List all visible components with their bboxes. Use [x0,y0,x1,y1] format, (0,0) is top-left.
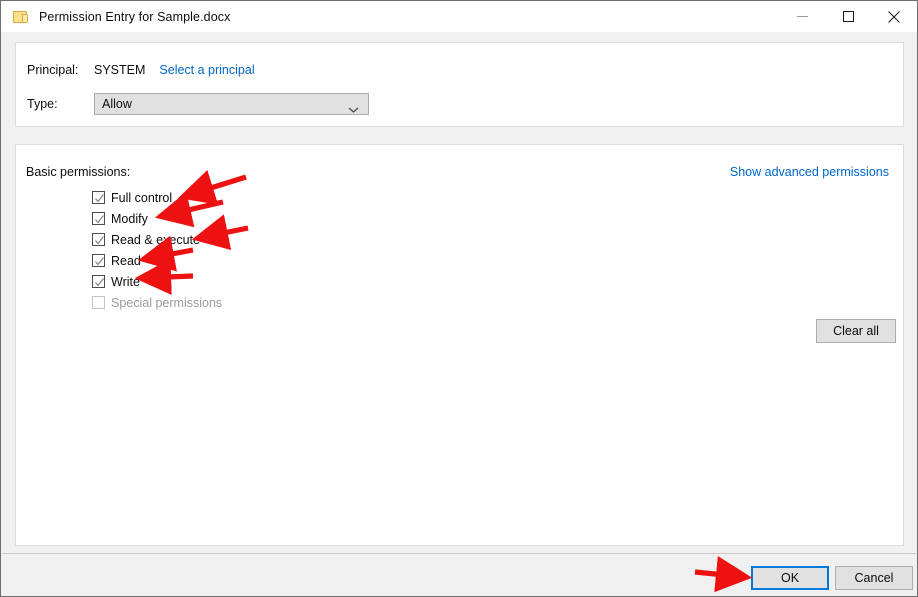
permissions-list: Full control Modify Read & execute Read [92,187,222,313]
principal-value: SYSTEM [94,63,146,77]
permission-label: Modify [111,211,148,226]
basic-permissions-panel: Basic permissions: Show advanced permiss… [15,144,904,546]
principal-label: Principal: [27,63,79,77]
window-title: Permission Entry for Sample.docx [39,9,231,24]
show-advanced-permissions-link[interactable]: Show advanced permissions [730,165,889,179]
footer-bar: OK Cancel [1,554,917,596]
checkbox-special-permissions [92,296,105,309]
permission-label: Write [111,274,140,289]
type-dropdown-value: Allow [102,97,132,111]
permission-row-read-execute[interactable]: Read & execute [92,229,222,250]
permission-row-write[interactable]: Write [92,271,222,292]
permission-label: Read [111,253,141,268]
permission-label: Full control [111,190,173,205]
checkbox-write[interactable] [92,275,105,288]
checkbox-read[interactable] [92,254,105,267]
permission-row-modify[interactable]: Modify [92,208,222,229]
permission-row-read[interactable]: Read [92,250,222,271]
select-a-principal-link[interactable]: Select a principal [159,63,254,77]
principal-row: Principal: SYSTEM Select a principal [27,63,255,77]
cancel-button[interactable]: Cancel [835,566,913,590]
permission-label: Read & execute [111,232,200,247]
chevron-down-icon [348,101,359,113]
principal-type-panel: Principal: SYSTEM Select a principal Typ… [15,42,904,127]
checkbox-modify[interactable] [92,212,105,225]
permission-row-special-permissions: Special permissions [92,292,222,313]
type-row: Type: Allow [27,93,369,115]
permission-row-full-control[interactable]: Full control [92,187,222,208]
permission-label: Special permissions [111,295,223,310]
minimize-icon[interactable] [779,1,825,32]
folder-icon [13,9,30,24]
checkbox-read-execute[interactable] [92,233,105,246]
type-label: Type: [27,97,58,111]
checkbox-full-control[interactable] [92,191,105,204]
type-dropdown[interactable]: Allow [94,93,369,115]
basic-permissions-label: Basic permissions: [26,165,131,179]
maximize-icon[interactable] [825,1,871,32]
ok-button[interactable]: OK [751,566,829,590]
close-icon[interactable] [871,1,917,32]
permission-entry-dialog: Permission Entry for Sample.docx Princip… [0,0,918,597]
clear-all-button[interactable]: Clear all [816,319,896,343]
